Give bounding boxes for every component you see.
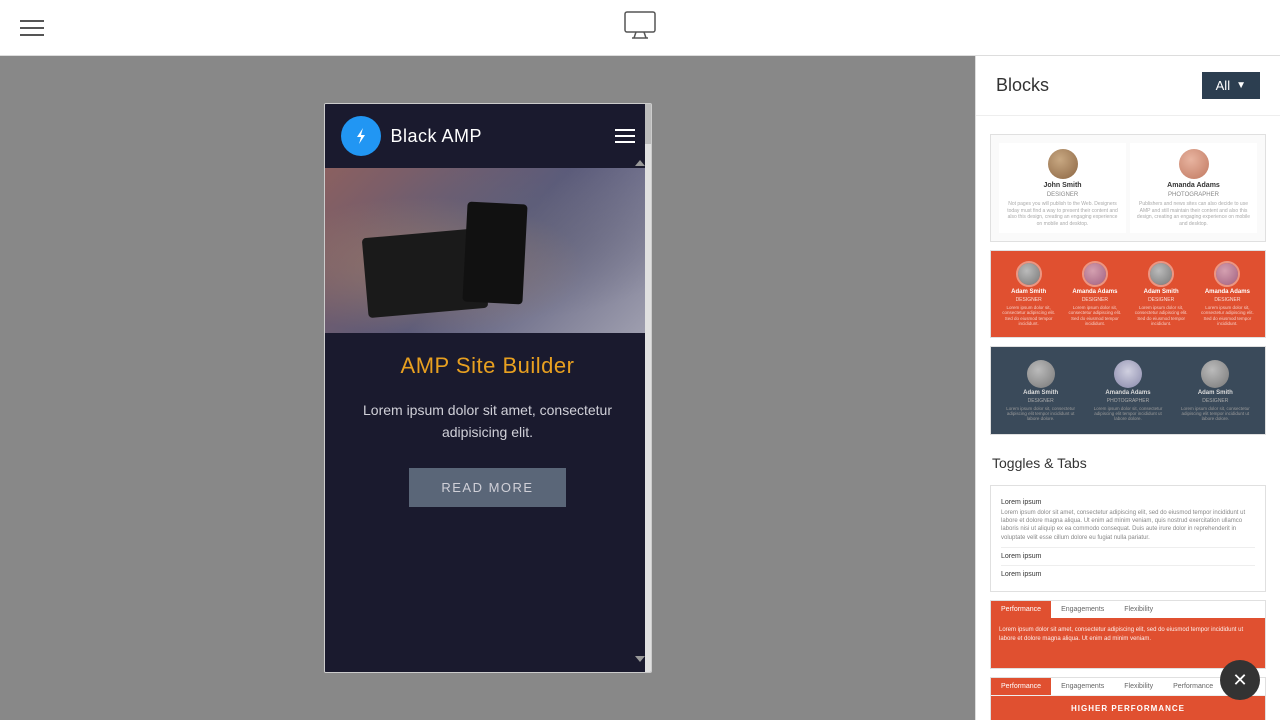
sidebar: Blocks All ▼ John Smith DESIGNER Not pag… xyxy=(975,56,1280,720)
block-toggle-accordion[interactable]: Lorem ipsum Lorem ipsum dolor sit amet, … xyxy=(990,485,1266,593)
team-card-orange-3: Adam Smith DESIGNER Lorem ipsum dolor si… xyxy=(1130,257,1193,331)
team-desc-o3: Lorem ipsum dolor sit, consectetur adipi… xyxy=(1134,305,1189,327)
phone-title: AMP Site Builder xyxy=(401,353,575,379)
toggle-header-3[interactable]: Lorem ipsum xyxy=(1001,571,1255,578)
preview-area: Black AMP AMP Site Builder Lorem ipsum d… xyxy=(0,56,975,720)
block-team-2col[interactable]: John Smith DESIGNER Not pages you will p… xyxy=(990,134,1266,242)
team-card-dark-1: Adam Smith DESIGNER Lorem ipsum dolor si… xyxy=(999,355,1082,426)
team-desc-o2: Lorem ipsum dolor sit, consectetur adipi… xyxy=(1067,305,1122,327)
caret-icon: ▼ xyxy=(1236,80,1246,91)
block-tabs-1[interactable]: Performance Engagements Flexibility Lore… xyxy=(990,600,1266,669)
toggle-header-2[interactable]: Lorem ipsum xyxy=(1001,553,1255,560)
main-area: Black AMP AMP Site Builder Lorem ipsum d… xyxy=(0,56,1280,720)
phone-scroll-down[interactable] xyxy=(635,656,645,662)
team-name-o4: Amanda Adams xyxy=(1205,289,1250,295)
team-avatar-john xyxy=(1048,149,1078,179)
team-role-o3: DESIGNER xyxy=(1148,297,1174,303)
hero-device-phone xyxy=(462,201,527,304)
team-name-d1: Adam Smith xyxy=(1023,390,1058,396)
team-avatar-amanda xyxy=(1179,149,1209,179)
team-name-o3: Adam Smith xyxy=(1144,289,1179,295)
sidebar-filter-button[interactable]: All ▼ xyxy=(1202,72,1260,99)
team-card-orange-4: Amanda Adams DESIGNER Lorem ipsum dolor … xyxy=(1196,257,1259,331)
phone-scrollbar-thumb[interactable] xyxy=(645,104,651,144)
phone-content: AMP Site Builder Lorem ipsum dolor sit a… xyxy=(325,333,651,672)
tab-performance-2[interactable]: Performance xyxy=(991,678,1051,695)
tab-content-area-1: Lorem ipsum dolor sit amet, consectetur … xyxy=(991,618,1265,668)
phone-hero-image xyxy=(325,168,651,333)
team-card-dark-3: Adam Smith DESIGNER Lorem ipsum dolor si… xyxy=(1174,355,1257,426)
tab-performance-1[interactable]: Performance xyxy=(991,601,1051,618)
menu-icon[interactable] xyxy=(20,20,44,36)
phone-logo xyxy=(341,116,381,156)
tab-content-text-1: Lorem ipsum dolor sit amet, consectetur … xyxy=(999,626,1257,644)
team-desc-d3: Lorem ipsum dolor sit, consectetur adipi… xyxy=(1179,406,1252,421)
team-name-d3: Adam Smith xyxy=(1198,390,1233,396)
tab-content-2: HIGHER PERFORMANCE xyxy=(991,696,1265,720)
team-member-card-2: Amanda Adams PHOTOGRAPHER Publishers and… xyxy=(1130,143,1257,233)
team-desc-d2: Lorem ipsum dolor sit, consectetur adipi… xyxy=(1091,406,1164,421)
team-role-john: DESIGNER xyxy=(1047,192,1078,198)
team-role-o2: DESIGNER xyxy=(1082,297,1108,303)
monitor-icon xyxy=(624,11,656,44)
phone-hamburger-icon[interactable] xyxy=(615,129,635,143)
team-card-orange-1: Adam Smith DESIGNER Lorem ipsum dolor si… xyxy=(997,257,1060,331)
higher-performance-text: HIGHER PERFORMANCE xyxy=(999,704,1257,713)
sidebar-header: Blocks All ▼ xyxy=(976,56,1280,116)
read-more-button[interactable]: READ MORE xyxy=(409,468,565,507)
team-card-dark-2: Amanda Adams PHOTOGRAPHER Lorem ipsum do… xyxy=(1086,355,1169,426)
sidebar-content[interactable]: John Smith DESIGNER Not pages you will p… xyxy=(976,116,1280,720)
team-member-card: John Smith DESIGNER Not pages you will p… xyxy=(999,143,1126,233)
team-role-o1: DESIGNER xyxy=(1016,297,1042,303)
team-role-amanda: PHOTOGRAPHER xyxy=(1168,192,1219,198)
team-role-d3: DESIGNER xyxy=(1202,398,1228,404)
close-icon: ✕ xyxy=(1232,670,1247,691)
team-name-o2: Amanda Adams xyxy=(1072,289,1117,295)
toolbar xyxy=(0,0,1280,56)
phone-brand: Black AMP xyxy=(391,126,483,147)
close-button[interactable]: ✕ xyxy=(1220,660,1260,700)
phone-preview: Black AMP AMP Site Builder Lorem ipsum d… xyxy=(324,103,652,673)
block-team-orange[interactable]: Adam Smith DESIGNER Lorem ipsum dolor si… xyxy=(990,250,1266,338)
team-role-d1: DESIGNER xyxy=(1028,398,1054,404)
phone-scroll-up[interactable] xyxy=(635,160,645,166)
team-desc-d1: Lorem ipsum dolor sit, consectetur adipi… xyxy=(1004,406,1077,421)
team-name-john: John Smith xyxy=(1043,182,1081,189)
team-desc-o4: Lorem ipsum dolor sit, consectetur adipi… xyxy=(1200,305,1255,327)
toggle-content-1: Lorem ipsum dolor sit amet, consectetur … xyxy=(1001,509,1255,543)
tab-performance-2b[interactable]: Performance xyxy=(1163,678,1223,695)
tabs-nav-1: Performance Engagements Flexibility xyxy=(991,601,1265,618)
team-name-amanda: Amanda Adams xyxy=(1167,182,1220,189)
phone-scrollbar[interactable] xyxy=(645,104,651,672)
tab-flexibility-2[interactable]: Flexibility xyxy=(1114,678,1163,695)
team-role-d2: PHOTOGRAPHER xyxy=(1107,398,1149,404)
phone-description: Lorem ipsum dolor sit amet, consectetur … xyxy=(355,399,621,444)
team-name-o1: Adam Smith xyxy=(1011,289,1046,295)
toggle-item-3[interactable]: Lorem ipsum xyxy=(1001,566,1255,583)
team-card-orange-2: Amanda Adams DESIGNER Lorem ipsum dolor … xyxy=(1063,257,1126,331)
team-role-o4: DESIGNER xyxy=(1214,297,1240,303)
toggle-header-1[interactable]: Lorem ipsum xyxy=(1001,499,1255,506)
block-team-dark[interactable]: Adam Smith DESIGNER Lorem ipsum dolor si… xyxy=(990,346,1266,435)
phone-nav: Black AMP xyxy=(325,104,651,168)
toggle-item-2[interactable]: Lorem ipsum xyxy=(1001,548,1255,566)
team-desc-amanda: Publishers and news sites can also decid… xyxy=(1136,201,1251,227)
toggles-tabs-section-title: Toggles & Tabs xyxy=(976,443,1280,477)
tab-engagements-1[interactable]: Engagements xyxy=(1051,601,1114,618)
sidebar-title: Blocks xyxy=(996,75,1049,96)
team-name-d2: Amanda Adams xyxy=(1105,390,1150,396)
phone-nav-left: Black AMP xyxy=(341,116,483,156)
toggle-item-1[interactable]: Lorem ipsum Lorem ipsum dolor sit amet, … xyxy=(1001,494,1255,549)
tab-engagements-2[interactable]: Engagements xyxy=(1051,678,1114,695)
team-desc-o1: Lorem ipsum dolor sit, consectetur adipi… xyxy=(1001,305,1056,327)
filter-label: All xyxy=(1216,78,1230,93)
tab-flexibility-1[interactable]: Flexibility xyxy=(1114,601,1163,618)
team-desc-john: Not pages you will publish to the Web. D… xyxy=(1005,201,1120,227)
